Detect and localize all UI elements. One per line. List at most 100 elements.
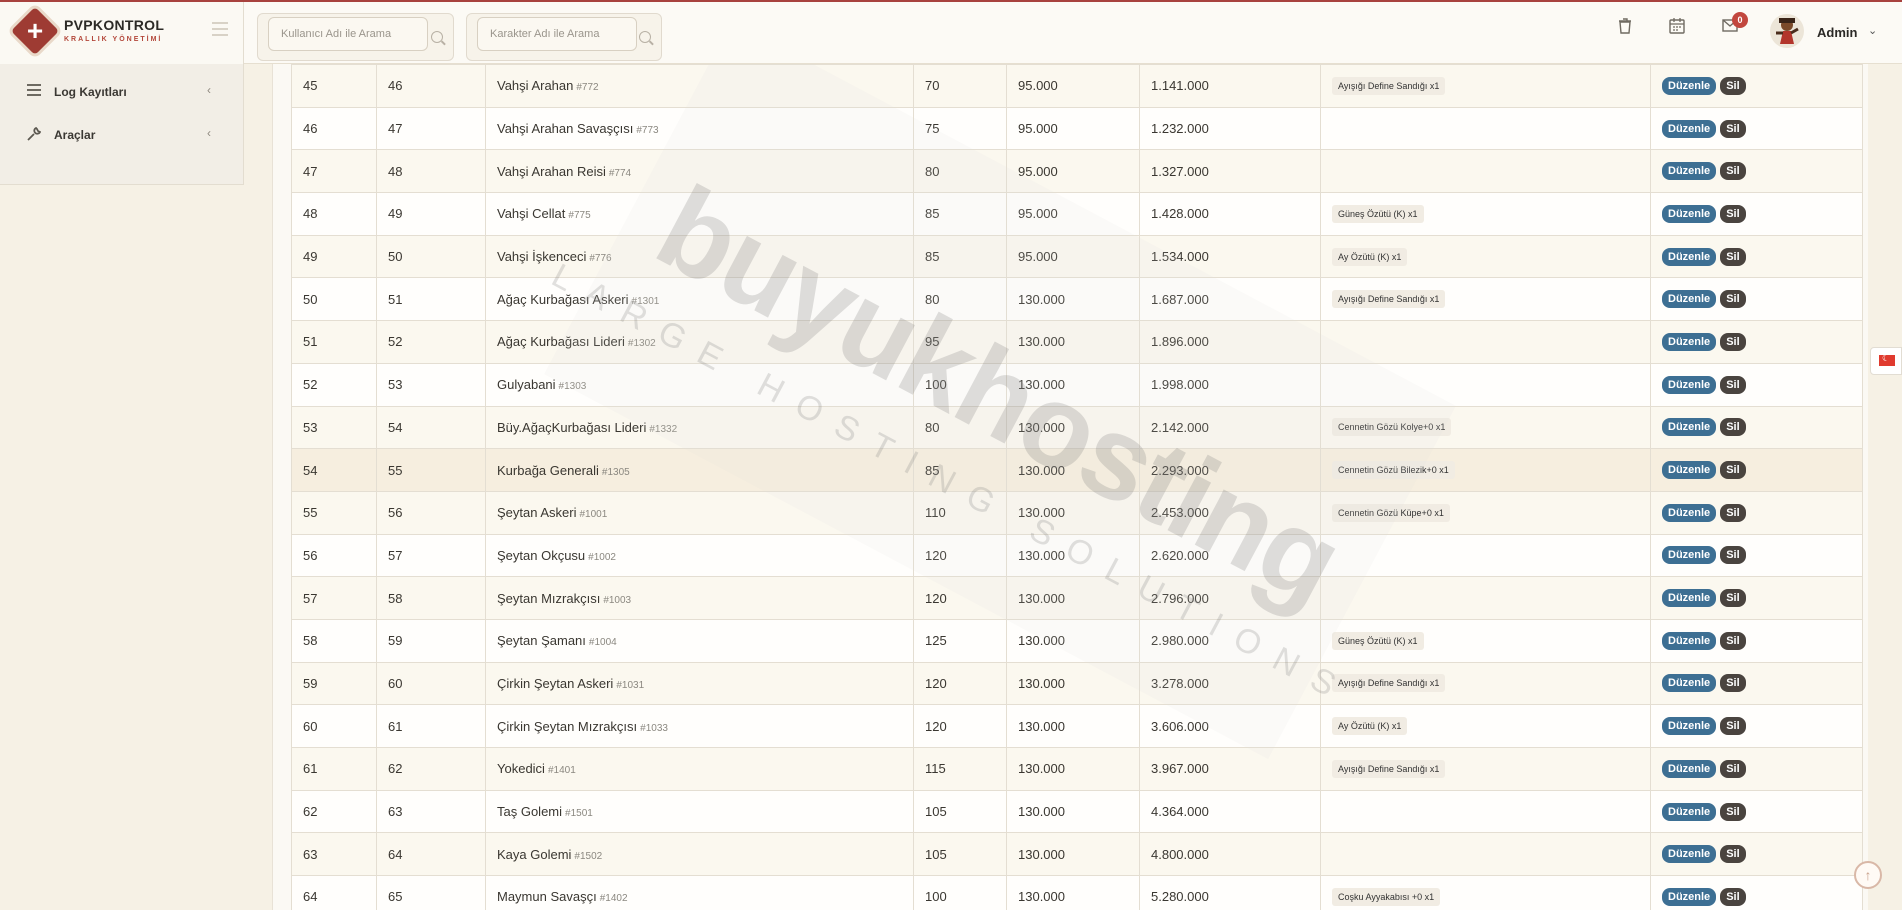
delete-button[interactable]: Sil (1720, 674, 1746, 693)
cell-exp: 2.620.000 (1151, 547, 1209, 563)
monster-name: Vahşi İşkenceci (497, 249, 587, 265)
cell-exp-col: 2.293.000 (1139, 448, 1321, 492)
edit-button[interactable]: Düzenle (1662, 717, 1717, 736)
delete-button[interactable]: Sil (1720, 717, 1746, 736)
cell-level-col: 85 (913, 234, 1007, 279)
cell-index: 62 (303, 804, 318, 820)
edit-button[interactable]: Düzenle (1662, 332, 1717, 351)
cell-value-col: 95.000 (1006, 149, 1140, 194)
edit-button[interactable]: Düzenle (1662, 546, 1717, 565)
cell-number-col: 49 (376, 192, 486, 236)
monster-name: Büy.AğaçKurbağası Lideri (497, 419, 647, 435)
cell-item-col (1320, 576, 1651, 620)
edit-button[interactable]: Düzenle (1662, 759, 1717, 778)
delete-button[interactable]: Sil (1720, 375, 1746, 394)
edit-button[interactable]: Düzenle (1662, 461, 1717, 480)
cell-index: 61 (303, 761, 318, 777)
search-icon[interactable] (431, 31, 443, 43)
edit-button[interactable]: Düzenle (1662, 76, 1717, 95)
cell-name-col: Şeytan Mızrakçısı #1003 (485, 576, 914, 620)
edit-button[interactable]: Düzenle (1662, 418, 1717, 437)
hamburger-menu-icon[interactable] (212, 22, 228, 36)
cell-value-col: 130.000 (1006, 320, 1140, 364)
cell-value: 130.000 (1018, 377, 1065, 393)
cell-value-col: 95.000 (1006, 234, 1140, 279)
avatar[interactable] (1770, 14, 1804, 48)
cell-exp-col: 5.280.000 (1139, 875, 1321, 910)
delete-button[interactable]: Sil (1720, 503, 1746, 522)
edit-button[interactable]: Düzenle (1662, 375, 1717, 394)
cell-value: 130.000 (1018, 547, 1065, 563)
delete-button[interactable]: Sil (1720, 204, 1746, 223)
monster-code: #1033 (640, 722, 668, 734)
cell-name-col: Şeytan Şamanı #1004 (485, 618, 914, 663)
monster-code: #773 (636, 125, 659, 137)
cell-exp: 3.278.000 (1151, 675, 1209, 691)
calendar-icon[interactable] (1667, 18, 1687, 38)
item-tag: Cennetin Gözü Küpe+0 x1 (1332, 503, 1450, 522)
delete-button[interactable]: Sil (1720, 845, 1746, 864)
cell-level: 80 (925, 163, 940, 179)
cell-exp-col: 4.800.000 (1139, 832, 1321, 877)
edit-button[interactable]: Düzenle (1662, 631, 1717, 650)
chevron-down-icon[interactable]: ⌄ (1868, 24, 1877, 37)
edit-button[interactable]: Düzenle (1662, 589, 1717, 608)
delete-button[interactable]: Sil (1720, 418, 1746, 437)
search-icon[interactable] (639, 31, 651, 43)
cell-name-col: Büy.AğaçKurbağası Lideri #1332 (485, 405, 914, 450)
monster-name: Şeytan Mızrakçısı (497, 590, 601, 606)
delete-button[interactable]: Sil (1720, 802, 1746, 821)
cell-level: 120 (925, 718, 947, 734)
delete-button[interactable]: Sil (1720, 589, 1746, 608)
character-search-input[interactable] (477, 17, 637, 51)
delete-button[interactable]: Sil (1720, 76, 1746, 95)
edit-button[interactable]: Düzenle (1662, 674, 1717, 693)
cell-name-col: Şeytan Askeri #1001 (485, 490, 914, 535)
cell-value: 130.000 (1018, 462, 1065, 478)
admin-name[interactable]: Admin (1817, 25, 1857, 40)
trash-icon[interactable] (1615, 18, 1635, 38)
edit-button[interactable]: Düzenle (1662, 845, 1717, 864)
edit-button[interactable]: Düzenle (1662, 887, 1717, 906)
sidebar-item-log-records[interactable]: Log Kayıtları ‹ (0, 72, 244, 112)
cell-index: 52 (303, 377, 318, 393)
cell-level: 85 (925, 206, 940, 222)
cell-index: 63 (303, 846, 318, 862)
delete-button[interactable]: Sil (1720, 631, 1746, 650)
cell-actions-col: Düzenle Sil (1650, 875, 1863, 910)
delete-button[interactable]: Sil (1720, 461, 1746, 480)
cell-level: 105 (925, 846, 947, 862)
cell-value-col: 130.000 (1006, 362, 1140, 407)
edit-button[interactable]: Düzenle (1662, 290, 1717, 309)
delete-button[interactable]: Sil (1720, 887, 1746, 906)
delete-button[interactable]: Sil (1720, 119, 1746, 138)
delete-button[interactable]: Sil (1720, 162, 1746, 181)
cell-value-col: 130.000 (1006, 277, 1140, 322)
cell-exp: 4.364.000 (1151, 804, 1209, 820)
language-flag-icon[interactable] (1870, 347, 1902, 375)
delete-button[interactable]: Sil (1720, 290, 1746, 309)
user-search-input[interactable] (268, 17, 428, 51)
edit-button[interactable]: Düzenle (1662, 503, 1717, 522)
cell-actions-col: Düzenle Sil (1650, 533, 1863, 578)
delete-button[interactable]: Sil (1720, 332, 1746, 351)
cell-number-col: 54 (376, 405, 486, 450)
brand[interactable]: + PVPKONTROL KRALLIK YÖNETİMİ (0, 0, 244, 64)
edit-button[interactable]: Düzenle (1662, 162, 1717, 181)
cell-exp-col: 1.327.000 (1139, 149, 1321, 194)
cell-exp: 2.980.000 (1151, 633, 1209, 649)
edit-button[interactable]: Düzenle (1662, 204, 1717, 223)
cell-level-col: 125 (913, 618, 1007, 663)
delete-button[interactable]: Sil (1720, 759, 1746, 778)
scroll-to-top-icon[interactable]: ↑ (1854, 861, 1882, 889)
cell-item-col (1320, 362, 1651, 407)
delete-button[interactable]: Sil (1720, 546, 1746, 565)
edit-button[interactable]: Düzenle (1662, 802, 1717, 821)
cell-exp: 1.896.000 (1151, 334, 1209, 350)
sidebar-item-tools[interactable]: Araçlar ‹ (0, 115, 244, 155)
cell-value: 95.000 (1018, 163, 1058, 179)
edit-button[interactable]: Düzenle (1662, 247, 1717, 266)
cell-name-col: Vahşi Arahan #772 (485, 64, 914, 108)
edit-button[interactable]: Düzenle (1662, 119, 1717, 138)
delete-button[interactable]: Sil (1720, 247, 1746, 266)
